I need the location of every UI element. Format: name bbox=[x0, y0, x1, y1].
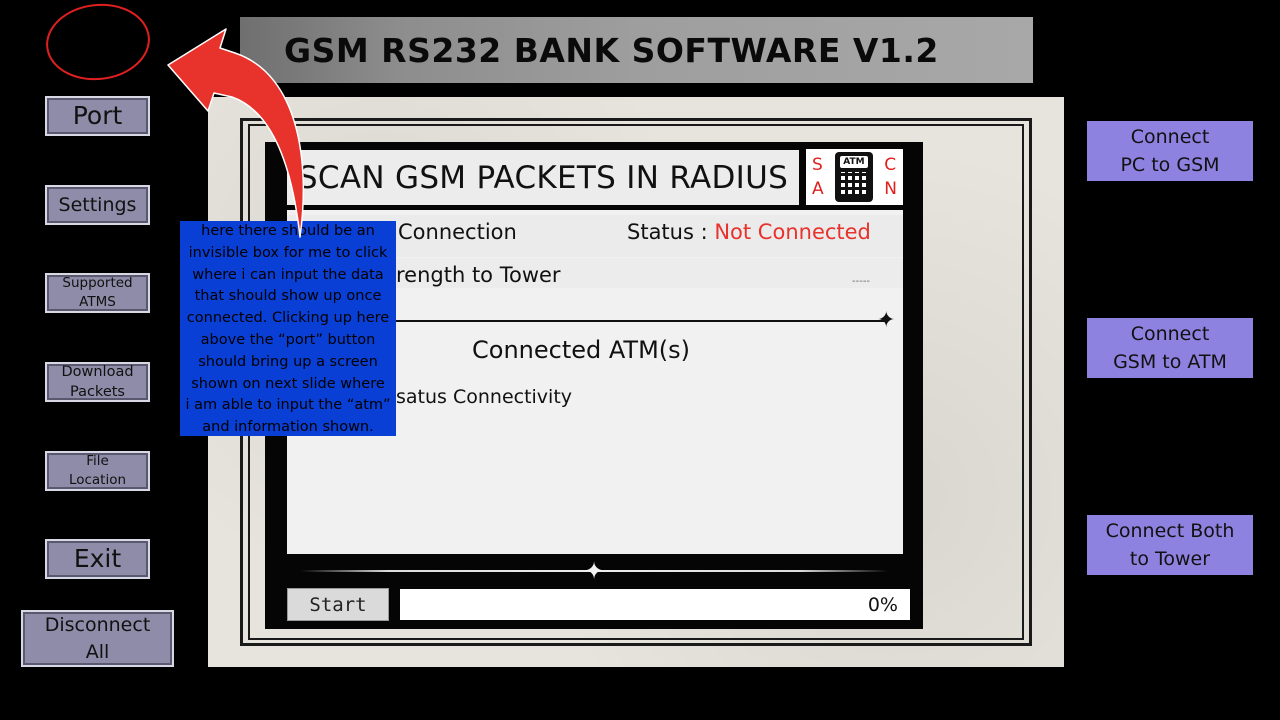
strength-value: ----- bbox=[852, 276, 871, 287]
logo-letter: S bbox=[812, 155, 823, 175]
logo-letter: C bbox=[884, 155, 897, 175]
file-location-button[interactable]: File Location bbox=[45, 451, 150, 491]
logo-letters-right: C N bbox=[884, 153, 897, 201]
download-packets-button-label: Download Packets bbox=[61, 364, 134, 400]
connection-label: Connection bbox=[398, 220, 517, 244]
strength-label: rength to Tower bbox=[396, 263, 561, 287]
exit-button[interactable]: Exit bbox=[45, 539, 150, 579]
connect-gsm-to-atm-button[interactable]: Connect GSM to ATM bbox=[1087, 318, 1253, 378]
logo-letter: N bbox=[884, 179, 897, 199]
disconnect-all-button-label: Disconnect All bbox=[44, 613, 151, 663]
connect-both-to-tower-button[interactable]: Connect Both to Tower bbox=[1087, 515, 1253, 575]
start-button-label: Start bbox=[309, 593, 367, 616]
status-label: Status : bbox=[627, 220, 715, 244]
atm-icon-screen: ATM bbox=[840, 156, 868, 168]
file-location-button-label: File Location bbox=[68, 453, 127, 488]
bottom-star-icon: ✦ bbox=[584, 557, 605, 585]
port-button-label: Port bbox=[72, 101, 123, 130]
app-title: GSM RS232 BANK SOFTWARE V1.2 bbox=[284, 30, 939, 70]
annotation-circle[interactable] bbox=[42, 0, 154, 86]
logo-letters-left: S A bbox=[812, 153, 824, 201]
scan-title: SCAN GSM PACKETS IN RADIUS bbox=[287, 150, 799, 205]
exit-button-label: Exit bbox=[73, 544, 122, 573]
atm-keypad-icon bbox=[840, 172, 867, 194]
supported-atms-button[interactable]: Supported ATMS bbox=[45, 273, 150, 313]
supported-atms-button-label: Supported ATMS bbox=[62, 275, 133, 310]
status-value: Not Connected bbox=[714, 220, 871, 244]
progress-label: 0% bbox=[867, 593, 898, 616]
annotation-arrow-icon bbox=[167, 28, 305, 238]
status-connectivity-label: satus Connectivity bbox=[396, 386, 573, 408]
disconnect-all-button[interactable]: Disconnect All bbox=[21, 610, 174, 667]
connected-atms-heading: Connected ATM(s) bbox=[472, 336, 691, 364]
atm-icon: ATM bbox=[834, 152, 873, 202]
connect-pc-to-gsm-label: Connect PC to GSM bbox=[1120, 126, 1220, 176]
connect-gsm-to-atm-label: Connect GSM to ATM bbox=[1113, 323, 1227, 373]
port-button[interactable]: Port bbox=[45, 96, 150, 136]
scan-logo: S A ATM C N bbox=[806, 149, 903, 205]
status-field: Status : Not Connected bbox=[627, 220, 871, 244]
annotation-note: here there should be an invisible box fo… bbox=[180, 221, 396, 436]
scan-progress-bar: 0% bbox=[400, 589, 910, 620]
download-packets-button[interactable]: Download Packets bbox=[45, 362, 150, 402]
connect-pc-to-gsm-button[interactable]: Connect PC to GSM bbox=[1087, 121, 1253, 181]
start-button[interactable]: Start bbox=[287, 588, 389, 621]
connect-both-to-tower-label: Connect Both to Tower bbox=[1105, 520, 1235, 570]
settings-button-label: Settings bbox=[58, 193, 137, 216]
divider-star-icon: ✦ bbox=[877, 308, 896, 333]
settings-button[interactable]: Settings bbox=[45, 185, 150, 225]
annotation-note-text: here there should be an invisible box fo… bbox=[185, 223, 391, 436]
logo-letter: A bbox=[812, 179, 824, 199]
scan-title-text: SCAN GSM PACKETS IN RADIUS bbox=[297, 159, 789, 196]
